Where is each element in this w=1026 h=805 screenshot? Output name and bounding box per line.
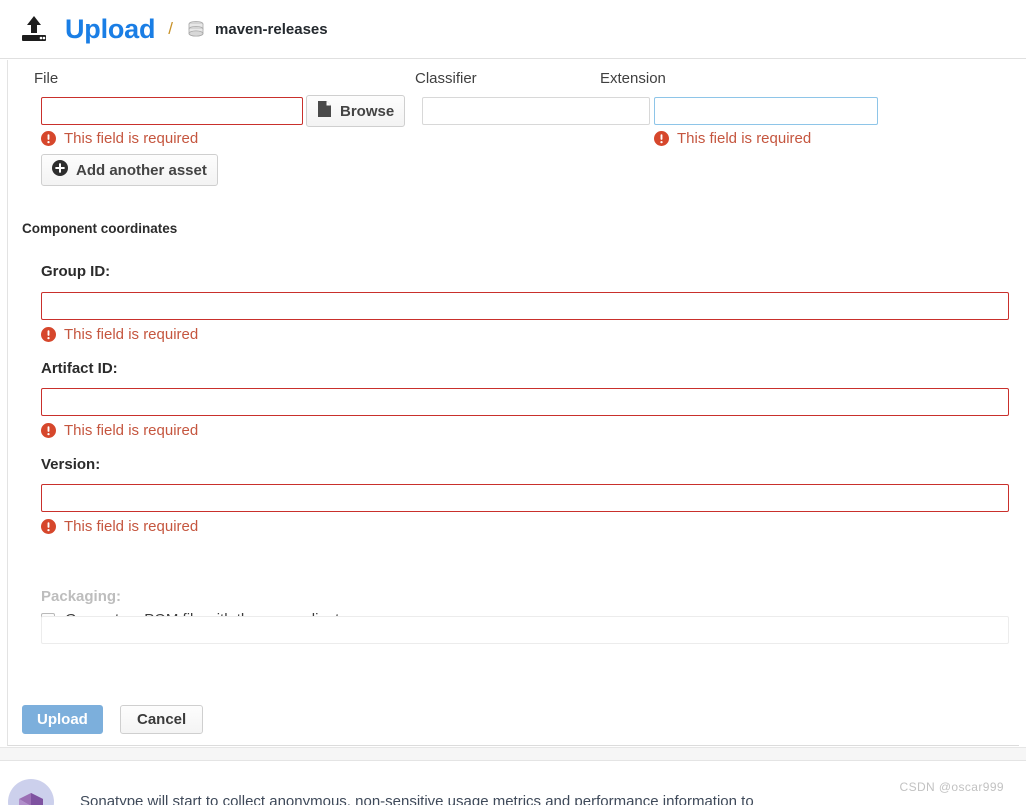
cancel-button-label: Cancel: [137, 711, 187, 728]
group-id-label: Group ID:: [41, 263, 111, 280]
version-error-message: This field is required: [41, 518, 198, 535]
telemetry-banner: Sonatype will start to collect anonymous…: [0, 760, 1026, 805]
file-input[interactable]: [41, 97, 303, 125]
packaging-input: [41, 616, 1009, 644]
file-icon: [317, 100, 332, 122]
error-circle-icon: [41, 519, 56, 534]
artifact-id-label: Artifact ID:: [41, 360, 118, 377]
upload-button[interactable]: Upload: [22, 705, 103, 734]
artifact-id-error-message: This field is required: [41, 422, 198, 439]
error-circle-icon: [41, 327, 56, 342]
version-input[interactable]: [41, 484, 1009, 512]
error-circle-icon: [41, 131, 56, 146]
file-error-text: This field is required: [64, 130, 199, 147]
sonatype-avatar-icon: [8, 779, 54, 805]
file-label: File: [34, 70, 59, 87]
upload-icon: [17, 12, 51, 46]
extension-label: Extension: [600, 70, 666, 87]
file-error-message: This field is required: [41, 130, 198, 147]
error-circle-icon: [41, 423, 56, 438]
classifier-input[interactable]: [422, 97, 650, 125]
form-footer-divider: [22, 743, 1014, 744]
artifact-id-error-text: This field is required: [64, 422, 199, 439]
add-another-asset-button[interactable]: Add another asset: [41, 154, 218, 186]
group-id-error-text: This field is required: [64, 326, 199, 343]
classifier-label: Classifier: [415, 70, 477, 87]
add-another-asset-label: Add another asset: [76, 161, 207, 179]
watermark-text: CSDN @oscar999: [899, 780, 1004, 794]
artifact-id-input[interactable]: [41, 388, 1009, 416]
version-label: Version:: [41, 456, 101, 473]
browse-button[interactable]: Browse: [306, 95, 406, 127]
breadcrumb-separator: /: [168, 19, 174, 38]
version-error-text: This field is required: [64, 518, 199, 535]
group-id-error-message: This field is required: [41, 326, 198, 343]
upload-button-label: Upload: [37, 711, 88, 728]
extension-input[interactable]: [654, 97, 878, 125]
component-coordinates-heading: Component coordinates: [22, 221, 178, 236]
group-id-input[interactable]: [41, 292, 1009, 320]
extension-error-message: This field is required: [654, 130, 811, 147]
breadcrumb-repository[interactable]: maven-releases: [215, 21, 328, 38]
extension-error-text: This field is required: [677, 130, 812, 147]
browse-button-label: Browse: [340, 102, 395, 120]
packaging-label: Packaging:: [41, 588, 122, 605]
error-circle-icon: [654, 131, 669, 146]
upload-form-panel: File Classifier Extension Browse This fi…: [7, 60, 1019, 746]
page-title: Upload: [65, 13, 156, 44]
plus-circle-icon: [52, 160, 68, 180]
database-icon: [186, 19, 206, 39]
upload-page: Upload / maven-releases File Classifier …: [0, 0, 1026, 805]
telemetry-banner-text: Sonatype will start to collect anonymous…: [80, 793, 754, 805]
cancel-button[interactable]: Cancel: [120, 705, 204, 734]
page-header: Upload / maven-releases: [0, 0, 1026, 59]
